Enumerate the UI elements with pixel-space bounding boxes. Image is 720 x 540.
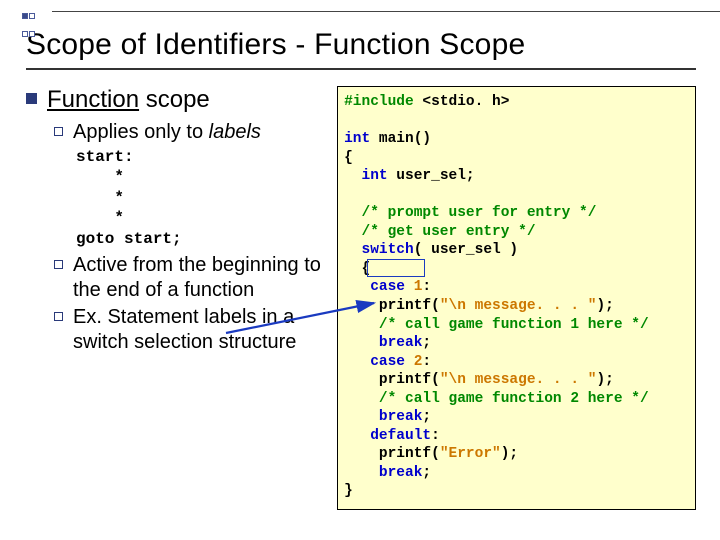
top-rule: [52, 11, 720, 12]
code-example: #include <stdio. h> int main() { int use…: [337, 86, 696, 510]
label-example-code: start: * * * goto start;: [76, 147, 323, 249]
bullet-open-square-icon: [54, 127, 63, 136]
bullet-active-range: Active from the beginning to the end of …: [73, 253, 323, 303]
section-heading: Function scope: [47, 86, 210, 114]
bullet-open-square-icon: [54, 312, 63, 321]
title-underline: [26, 68, 696, 70]
slide-top-decoration: [0, 0, 720, 18]
bullet-filled-square-icon: [26, 93, 37, 104]
bullet-applies-to-labels: Applies only to labels: [73, 120, 261, 145]
case-highlight-box: [367, 259, 425, 277]
bullet-switch-example: Ex. Statement labels in a switch selecti…: [73, 305, 323, 355]
text-column: Function scope Applies only to labels st…: [26, 86, 323, 510]
corner-squares-icon: [22, 6, 36, 42]
slide-title: Scope of Identifiers - Function Scope: [26, 28, 696, 62]
bullet-open-square-icon: [54, 260, 63, 269]
